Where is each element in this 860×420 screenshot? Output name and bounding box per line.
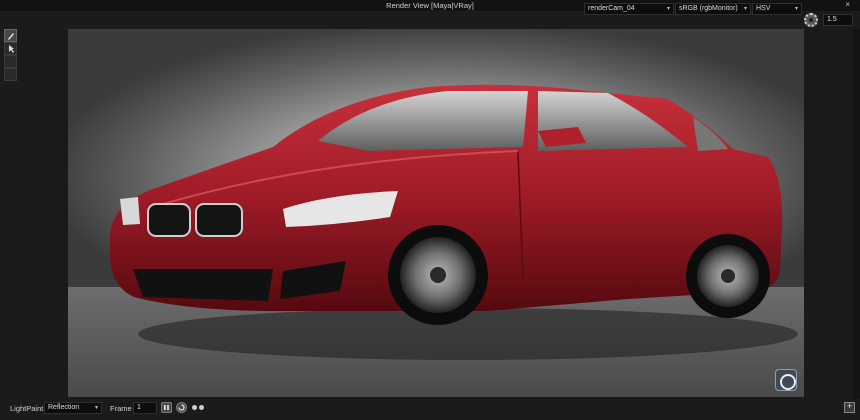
pause-icon[interactable] [161,402,172,413]
refresh-icon[interactable] [176,402,187,413]
expand-icon[interactable] [844,401,855,413]
color-space-select[interactable]: sRGB (rgbMonitor) ▾ [675,3,751,15]
frame-label: Frame [110,404,132,413]
close-icon[interactable]: × [845,0,850,9]
color-mode-select[interactable]: HSV ▾ [752,3,802,15]
color-space-select-value: sRGB (rgbMonitor) [679,5,738,12]
option-dot-icon[interactable] [199,405,204,410]
vray-logo-icon[interactable] [775,369,797,391]
exposure-field[interactable]: 1.5 [823,14,853,26]
lightpaint-mode-select[interactable]: Reflection ▾ [44,402,102,414]
chevron-down-icon: ▾ [94,405,98,411]
paint-brush-icon[interactable] [4,29,17,42]
option-dot-icon[interactable] [192,405,197,410]
tool-strip [0,29,22,399]
camera-select[interactable]: renderCam_04 ▾ [584,3,674,15]
status-bar: LightPaint Frame [0,399,860,420]
chevron-down-icon: ▾ [666,6,670,12]
select-arrow-icon[interactable] [4,42,17,55]
tool-slot-3-icon[interactable] [4,55,17,68]
render-image[interactable] [68,29,804,397]
lightpaint-label: LightPaint [10,404,44,413]
color-mode-select-value: HSV [756,5,771,12]
gear-icon[interactable] [804,13,818,27]
frame-input[interactable]: 1 [133,402,157,414]
tool-slot-4-icon[interactable] [4,68,17,81]
chevron-down-icon: ▾ [743,6,747,12]
camera-select-value: renderCam_04 [588,5,635,12]
car-render-image [110,84,798,360]
chevron-down-icon: ▾ [794,6,798,12]
right-scroll-strip [853,29,860,399]
lightpaint-mode-value: Reflection [48,404,80,411]
